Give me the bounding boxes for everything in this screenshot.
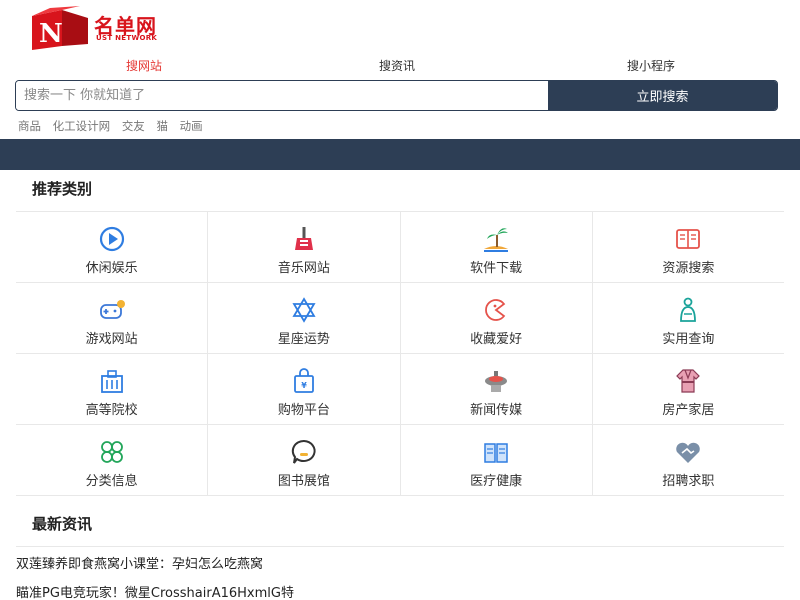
island-icon (484, 228, 509, 252)
category-label: 高等院校 (85, 403, 138, 418)
search-button[interactable]: 立即搜索 (548, 81, 777, 110)
recommend-title: 推荐类别 (32, 180, 93, 198)
category-university[interactable]: 高等院校 (16, 354, 209, 424)
tab-search-miniapps[interactable]: 搜小程序 (627, 57, 675, 74)
category-label: 音乐网站 (277, 261, 330, 276)
tab-search-news[interactable]: 搜资讯 (379, 57, 415, 74)
category-label: 医疗健康 (470, 474, 523, 489)
search-bar: 立即搜索 (15, 80, 778, 111)
chat-icon (291, 439, 316, 464)
pacman-icon (485, 299, 506, 321)
guitar-icon (294, 227, 313, 250)
category-row: 高等院校 ¥ 购物平台 新闻传媒 房产家居 (16, 354, 784, 425)
category-entertainment[interactable]: 休闲娱乐 (16, 212, 209, 282)
search-tabs: 搜网站 搜资讯 搜小程序 (0, 57, 800, 75)
category-jobs[interactable]: 招聘求职 (593, 425, 784, 495)
svg-text:¥: ¥ (301, 381, 307, 390)
play-icon (99, 226, 124, 252)
category-resource[interactable]: 资源搜索 (593, 212, 784, 282)
category-row: 分类信息 图书展馆 医疗健康 招聘求职 (16, 425, 784, 496)
search-input[interactable] (16, 81, 548, 110)
hot-keyword[interactable]: 动画 (180, 119, 203, 133)
clover-icon (100, 441, 123, 463)
category-label: 房产家居 (662, 403, 715, 418)
category-query[interactable]: 实用查询 (593, 283, 784, 353)
category-grid: 休闲娱乐 音乐网站 软件下载 资源搜索 游戏网站 星座运势 收藏爱好 实用查询 … (16, 211, 784, 496)
logo-box-icon: N (32, 6, 88, 50)
category-label: 游戏网站 (85, 332, 138, 347)
person-icon (680, 297, 697, 322)
category-classified[interactable]: 分类信息 (16, 425, 209, 495)
category-shopping[interactable]: ¥ 购物平台 (208, 354, 401, 424)
category-label: 星座运势 (277, 332, 330, 347)
category-library[interactable]: 图书展馆 (208, 425, 401, 495)
news-title: 最新资讯 (32, 515, 93, 533)
hot-keyword[interactable]: 交友 (122, 119, 145, 133)
category-label: 休闲娱乐 (85, 261, 138, 276)
site-logo[interactable]: N 名单网 UST NETWORK (28, 6, 178, 50)
robe-icon (676, 369, 701, 393)
satellite-icon (485, 371, 508, 392)
news-divider (16, 546, 784, 547)
shopping-bag-icon: ¥ (293, 368, 314, 393)
category-software[interactable]: 软件下载 (401, 212, 593, 282)
category-label: 购物平台 (277, 403, 330, 418)
logo-letter: N (39, 19, 63, 49)
logo-subtext: UST NETWORK (96, 34, 158, 42)
news-item[interactable]: 瞄准PG电竞玩家！微星CrosshairA16HxmlG特 (16, 582, 294, 600)
book-icon (676, 229, 701, 249)
category-collection[interactable]: 收藏爱好 (401, 283, 593, 353)
category-row: 游戏网站 星座运势 收藏爱好 实用查询 (16, 283, 784, 354)
category-health[interactable]: 医疗健康 (401, 425, 593, 495)
school-icon (100, 370, 123, 393)
hot-keyword[interactable]: 猫 (156, 119, 168, 133)
category-label: 实用查询 (662, 332, 715, 347)
hot-keyword[interactable]: 化工设计网 (53, 119, 111, 133)
category-music[interactable]: 音乐网站 (208, 212, 401, 282)
category-real-estate[interactable]: 房产家居 (593, 354, 784, 424)
hot-keyword[interactable]: 商品 (18, 119, 41, 133)
category-news-media[interactable]: 新闻传媒 (401, 354, 593, 424)
category-label: 招聘求职 (662, 474, 715, 489)
category-label: 分类信息 (85, 474, 138, 489)
category-horoscope[interactable]: 星座运势 (208, 283, 401, 353)
hot-keywords: 商品 化工设计网 交友 猫 动画 (18, 118, 211, 134)
news-item[interactable]: 双莲臻养即食燕窝小课堂：孕妇怎么吃燕窝 (16, 553, 263, 572)
open-book-icon (484, 443, 508, 463)
category-games[interactable]: 游戏网站 (16, 283, 209, 353)
nav-band (0, 139, 800, 170)
gamepad-icon (99, 300, 125, 319)
category-row: 休闲娱乐 音乐网站 软件下载 资源搜索 (16, 212, 784, 283)
category-label: 软件下载 (470, 261, 523, 276)
category-label: 资源搜索 (662, 261, 715, 276)
tab-search-sites[interactable]: 搜网站 (126, 57, 162, 74)
category-label: 新闻传媒 (470, 403, 523, 418)
category-label: 收藏爱好 (470, 332, 523, 347)
star-icon (292, 297, 316, 323)
category-label: 图书展馆 (277, 474, 330, 489)
handshake-icon (676, 442, 701, 463)
